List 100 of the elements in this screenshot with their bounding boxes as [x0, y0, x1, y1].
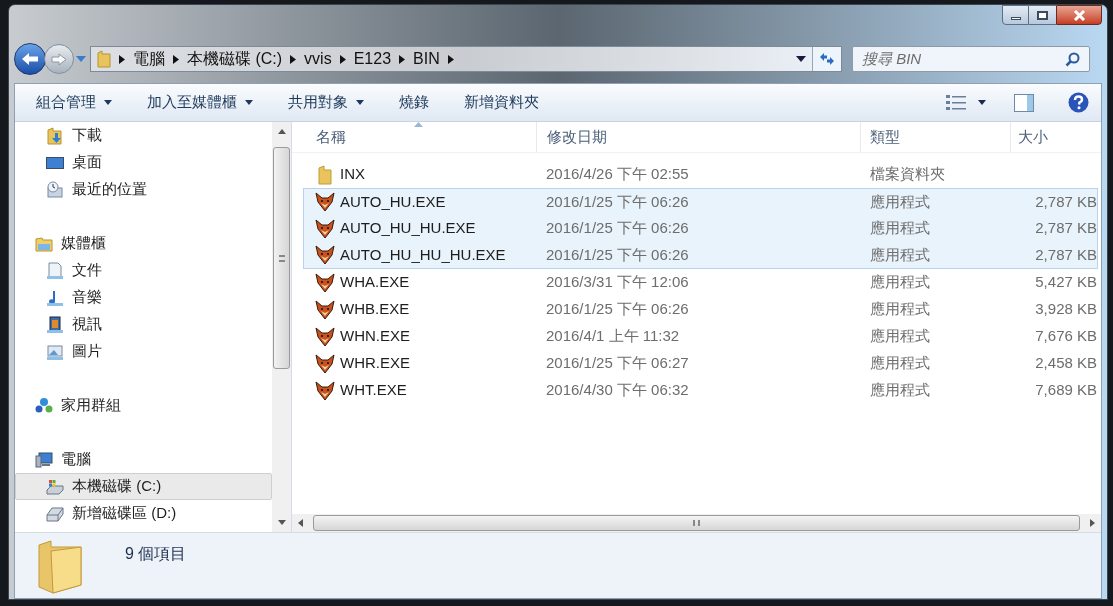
file-row[interactable]: AUTO_HU.EXE 2016/1/25 下午 06:26 應用程式 2,787 KB	[303, 188, 1098, 215]
fox-icon	[315, 380, 335, 401]
file-row[interactable]: WHA.EXE 2016/3/31 下午 12:06 應用程式 5,427 KB	[303, 269, 1098, 296]
file-name: WHT.EXE	[340, 380, 407, 401]
navigation-item[interactable]: 家用群組	[15, 392, 272, 419]
breadcrumb-link[interactable]: E123	[353, 47, 392, 71]
file-size: 7,689 KB	[1034, 380, 1097, 401]
details-view-icon	[946, 94, 966, 111]
toolbar-button[interactable]: 新增資料夾	[455, 89, 548, 116]
fox-icon	[315, 192, 335, 212]
folder-icon	[315, 164, 335, 185]
file-type: 應用程式	[870, 244, 931, 265]
toolbar-button[interactable]: 共用對象	[279, 89, 373, 116]
navigation-item[interactable]: 本機磁碟 (C:)	[15, 473, 272, 500]
fox-icon	[315, 299, 335, 320]
breadcrumb-arrow-icon[interactable]	[447, 54, 454, 64]
caret-icon	[978, 100, 986, 105]
breadcrumb-link[interactable]: 本機磁碟 (C:)	[187, 47, 283, 71]
file-name: INX	[340, 164, 365, 185]
horizontal-scrollbar[interactable]	[292, 514, 1101, 532]
navigation-item[interactable]: 新增磁碟區 (D:)	[15, 500, 272, 527]
navigation-item[interactable]: 電腦	[15, 446, 272, 473]
drive-icon	[46, 477, 64, 496]
breadcrumb-arrow-icon[interactable]	[119, 54, 125, 64]
preview-pane-icon[interactable]	[1014, 93, 1034, 112]
navigation-item[interactable]: 圖片	[15, 338, 272, 365]
file-name: AUTO_HU_HU_HU.EXE	[340, 244, 506, 265]
file-row[interactable]: INX 2016/4/26 下午 02:55 檔案資料夾	[303, 161, 1098, 188]
refresh-button[interactable]	[812, 47, 841, 71]
file-row[interactable]: WHN.EXE 2016/4/1 上午 11:32 應用程式 7,676 KB	[303, 323, 1098, 350]
search-field[interactable]: 搜尋 BIN	[852, 46, 1090, 72]
search-icon[interactable]	[1065, 51, 1080, 67]
search-input[interactable]: 搜尋 BIN	[862, 47, 1065, 71]
file-row[interactable]: WHR.EXE 2016/1/25 下午 06:27 應用程式 2,458 KB	[303, 350, 1098, 377]
scroll-right-icon[interactable]	[1090, 519, 1095, 527]
breadcrumb-arrow-icon[interactable]	[290, 54, 297, 64]
file-name: AUTO_HU.EXE	[340, 191, 446, 212]
file-size: 2,458 KB	[1034, 353, 1097, 374]
dropdown-caret-icon[interactable]	[796, 56, 806, 62]
navigation-item[interactable]: 視訊	[15, 311, 272, 338]
back-button[interactable]	[14, 43, 46, 75]
file-row[interactable]: AUTO_HU_HU.EXE 2016/1/25 下午 06:26 應用程式 2,787 KB	[303, 215, 1098, 242]
address-bar[interactable]: 電腦 本機磁碟 (C:) vvis E123 BIN	[90, 46, 842, 72]
file-row[interactable]: AUTO_HU_HU_HU.EXE 2016/1/25 下午 06:26 應用程式 2,787 KB	[303, 242, 1098, 269]
file-type: 應用程式	[870, 218, 931, 239]
column-header[interactable]: 大小	[1011, 122, 1101, 152]
file-size: 7,676 KB	[1034, 326, 1097, 347]
column-header[interactable]: 類型	[861, 122, 1011, 152]
minimize-button[interactable]	[1002, 5, 1029, 25]
file-size: 2,787 KB	[1034, 191, 1097, 212]
navigation-item[interactable]: 文件	[15, 257, 272, 284]
breadcrumb-arrow-icon[interactable]	[173, 54, 179, 64]
folder-icon	[97, 50, 111, 68]
help-icon[interactable]	[1068, 92, 1089, 113]
close-button[interactable]	[1056, 5, 1102, 25]
toolbar-button[interactable]: 組合管理	[27, 89, 121, 116]
computer-icon	[35, 450, 53, 469]
scroll-down-icon[interactable]	[277, 520, 286, 525]
column-header[interactable]: 修改日期	[537, 122, 861, 152]
scroll-left-icon[interactable]	[298, 519, 303, 527]
file-name: WHB.EXE	[340, 299, 410, 320]
scrollbar-thumb[interactable]	[313, 515, 1080, 531]
breadcrumb-link[interactable]: 電腦	[133, 47, 165, 71]
navigation-item[interactable]: 音樂	[15, 284, 272, 311]
file-type: 應用程式	[870, 326, 931, 347]
file-type: 應用程式	[870, 272, 931, 293]
modified-date: 2016/1/25 下午 06:26	[546, 244, 690, 265]
modified-date: 2016/1/25 下午 06:26	[546, 299, 690, 320]
navigation-item[interactable]: 下載	[15, 122, 272, 149]
vertical-scrollbar[interactable]	[272, 122, 291, 532]
modified-date: 2016/1/25 下午 06:26	[546, 191, 690, 212]
breadcrumb-arrow-icon[interactable]	[399, 54, 406, 64]
back-arrow-icon	[21, 52, 39, 66]
column-header[interactable]: 名稱	[292, 122, 537, 152]
fox-icon	[315, 245, 335, 265]
file-row[interactable]: WHB.EXE 2016/1/25 下午 06:26 應用程式 3,928 KB	[303, 296, 1098, 323]
file-name: WHR.EXE	[340, 353, 410, 374]
file-row[interactable]: WHT.EXE 2016/4/30 下午 06:32 應用程式 7,689 KB	[303, 377, 1098, 404]
modified-date: 2016/4/26 下午 02:55	[546, 164, 690, 185]
scrollbar-thumb[interactable]	[273, 147, 290, 369]
breadcrumb-link[interactable]: BIN	[413, 47, 440, 71]
fox-icon	[315, 272, 335, 293]
scroll-up-icon[interactable]	[277, 129, 286, 134]
music-note-icon	[46, 288, 64, 307]
recent-places-icon	[46, 180, 64, 199]
fox-icon	[315, 353, 335, 374]
downloads-folder-icon	[46, 126, 64, 145]
breadcrumb-link[interactable]: vvis	[304, 47, 332, 71]
navigation-item[interactable]: 最近的位置	[15, 176, 272, 203]
toolbar-button[interactable]: 加入至媒體櫃	[138, 89, 262, 116]
modified-date: 2016/4/1 上午 11:32	[546, 326, 681, 347]
navigation-item[interactable]: 桌面	[15, 149, 272, 176]
breadcrumb-arrow-icon[interactable]	[339, 54, 346, 64]
file-type: 應用程式	[870, 380, 931, 401]
file-size: 5,427 KB	[1034, 272, 1097, 293]
film-icon	[46, 315, 64, 334]
navigation-item[interactable]: 媒體櫃	[15, 230, 272, 257]
item-count: 9 個項目	[125, 544, 187, 564]
toolbar-button[interactable]: 燒錄	[390, 89, 438, 116]
maximize-button[interactable]	[1029, 5, 1056, 25]
